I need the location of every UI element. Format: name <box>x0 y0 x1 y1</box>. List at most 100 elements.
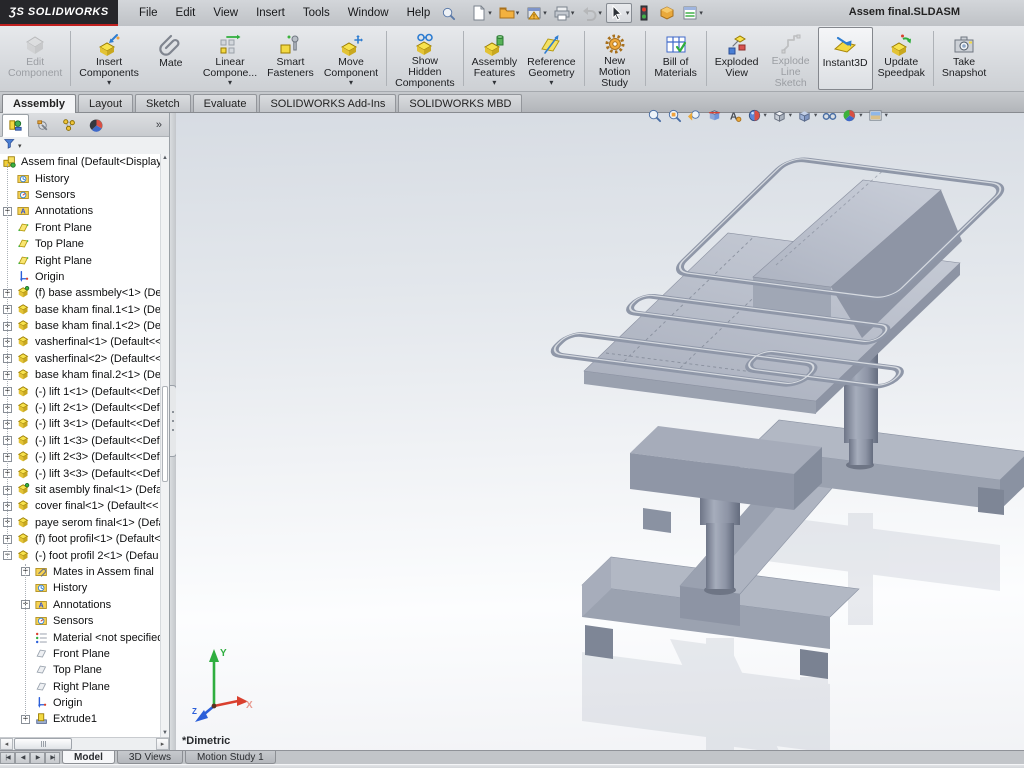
menu-insert[interactable]: Insert <box>247 3 294 23</box>
tab-3d-views[interactable]: 3D Views <box>117 751 183 764</box>
menu-view[interactable]: View <box>204 3 247 23</box>
tree-item[interactable]: −(-) foot profil 2<1> (Defau <box>0 547 169 563</box>
dropdown-caret-icon[interactable]: ▾ <box>571 9 575 17</box>
tab-evaluate[interactable]: Evaluate <box>193 94 258 112</box>
previous-view-button[interactable] <box>687 108 702 123</box>
tree-item[interactable]: +(-) lift 3<3> (Default<<Def <box>0 465 169 481</box>
tree-item[interactable]: +(f) base assmbely<1> (Def <box>0 285 169 301</box>
insert-components-button[interactable]: InsertComponents▾ <box>74 27 144 90</box>
menu-help[interactable]: Help <box>398 3 440 23</box>
dropdown-caret-icon[interactable]: ▾ <box>789 111 792 119</box>
instant3d-button[interactable]: Instant3D <box>818 27 873 90</box>
tree-item[interactable]: Sensors <box>0 187 169 203</box>
dropdown-caret-icon[interactable]: ▾ <box>516 9 520 17</box>
tree-item[interactable]: +base kham final.1<1> (Def <box>0 302 169 318</box>
dropdown-caret-icon[interactable]: ▾ <box>549 79 553 88</box>
property-manager-tab[interactable] <box>29 114 56 137</box>
feature-manager-tab[interactable] <box>2 114 29 137</box>
dropdown-caret-icon[interactable]: ▾ <box>626 9 630 17</box>
tree-item[interactable]: +(-) lift 2<1> (Default<<Def <box>0 400 169 416</box>
view-orientation-button[interactable]: ▾ <box>772 108 792 123</box>
tab-model[interactable]: Model <box>62 751 115 764</box>
tree-item[interactable]: +base kham final.2<1> (Def <box>0 367 169 383</box>
bill-of-materials-button[interactable]: Bill ofMaterials <box>649 27 703 90</box>
scroll-right-icon[interactable]: ▸ <box>156 738 169 750</box>
tree-item[interactable]: Origin <box>0 269 169 285</box>
tree-item[interactable]: +(-) lift 2<3> (Default<<Def <box>0 449 169 465</box>
nav-next-button[interactable]: ▶ <box>30 752 45 764</box>
new-motion-study-button[interactable]: NewMotionStudy <box>588 27 642 90</box>
menu-tools[interactable]: Tools <box>294 3 339 23</box>
scroll-up-icon[interactable]: ▲ <box>161 155 169 161</box>
dropdown-caret-icon[interactable]: ▾ <box>699 9 703 17</box>
exploded-view-button[interactable]: ExplodedView <box>710 27 764 90</box>
dropdown-caret-icon[interactable]: ▾ <box>349 79 353 88</box>
scroll-left-icon[interactable]: ◂ <box>0 738 13 750</box>
zoom-to-area-button[interactable] <box>667 108 682 123</box>
model-3d[interactable] <box>176 113 1024 750</box>
apply-scene-button[interactable]: ▾ <box>868 108 888 123</box>
dropdown-caret-icon[interactable]: ▾ <box>492 79 496 88</box>
new-document-button[interactable]: ▾ <box>468 3 495 23</box>
menu-file[interactable]: File <box>130 3 167 23</box>
file-properties-button[interactable] <box>656 3 678 23</box>
dropdown-caret-icon[interactable]: ▾ <box>859 111 862 119</box>
tab-solidworks-mbd[interactable]: SOLIDWORKS MBD <box>398 94 522 112</box>
update-speedpak-button[interactable]: UpdateSpeedpak <box>873 27 930 90</box>
appearances-tab[interactable] <box>83 114 110 137</box>
scroll-thumb[interactable] <box>14 738 72 750</box>
scroll-down-icon[interactable]: ▼ <box>161 730 169 736</box>
tree-horizontal-scrollbar[interactable]: ◂ ▸ <box>0 737 169 750</box>
tree-item[interactable]: +(f) foot profil<1> (Default< <box>0 531 169 547</box>
annotation-views-button[interactable]: A <box>727 108 742 123</box>
section-view-button[interactable] <box>707 108 722 123</box>
nav-first-button[interactable]: |◀ <box>0 752 15 764</box>
tree-item[interactable]: +vasherfinal<2> (Default<< <box>0 351 169 367</box>
tree-item[interactable]: +paye serom final<1> (Defa <box>0 515 169 531</box>
take-snapshot-button[interactable]: TakeSnapshot <box>937 27 991 90</box>
search-icon[interactable] <box>441 6 456 21</box>
tree-item[interactable]: Assem final (Default<Display <box>0 154 169 170</box>
assembly-features-button[interactable]: AssemblyFeatures▾ <box>467 27 523 90</box>
dropdown-caret-icon[interactable]: ▾ <box>107 79 111 88</box>
dropdown-caret-icon[interactable]: ▾ <box>228 79 232 88</box>
select-button[interactable]: ▾ <box>606 3 633 23</box>
show-hidden-components-button[interactable]: ShowHiddenComponents <box>390 27 460 90</box>
tree-item[interactable]: +(-) lift 1<3> (Default<<Def <box>0 433 169 449</box>
zoom-to-fit-button[interactable] <box>647 108 662 123</box>
save-button[interactable]: !▾ <box>523 3 550 23</box>
tab-motion-study-1[interactable]: Motion Study 1 <box>185 751 276 764</box>
dropdown-caret-icon[interactable]: ▾ <box>488 9 492 17</box>
reference-geometry-button[interactable]: ReferenceGeometry▾ <box>522 27 580 90</box>
tab-sketch[interactable]: Sketch <box>135 94 191 112</box>
tree-item[interactable]: History <box>0 170 169 186</box>
tree-item[interactable]: +cover final<1> (Default<< <box>0 498 169 514</box>
rebuild-traffic-light-button[interactable] <box>633 3 655 23</box>
tree-filter-row[interactable]: ▾ <box>0 137 169 155</box>
dropdown-caret-icon[interactable]: ▾ <box>885 111 888 119</box>
undo-button[interactable]: ▾ <box>578 3 605 23</box>
hide-show-items-button[interactable] <box>822 108 837 123</box>
tree-vertical-scrollbar[interactable]: ▲ ▼ <box>160 154 169 737</box>
tree-item[interactable]: +vasherfinal<1> (Default<< <box>0 334 169 350</box>
edit-appearance-button[interactable]: ▾ <box>747 108 767 123</box>
menu-edit[interactable]: Edit <box>167 3 205 23</box>
options-button[interactable]: ▾ <box>679 3 706 23</box>
open-button[interactable]: ▾ <box>496 3 523 23</box>
tree-item[interactable]: +base kham final.1<2> (Def <box>0 318 169 334</box>
tree-item[interactable]: +sit asembly final<1> (Defa <box>0 482 169 498</box>
mate-button[interactable]: Mate <box>144 27 198 90</box>
print-button[interactable]: ▾ <box>551 3 578 23</box>
tree-item[interactable]: Front Plane <box>0 220 169 236</box>
linear-component-pattern-button[interactable]: LinearCompone...▾ <box>198 27 262 90</box>
tree-item[interactable]: Right Plane <box>0 252 169 268</box>
tree-item[interactable]: Top Plane <box>0 236 169 252</box>
tab-assembly[interactable]: Assembly <box>2 94 76 113</box>
scroll-thumb[interactable] <box>162 386 168 482</box>
menu-window[interactable]: Window <box>339 3 398 23</box>
tab-layout[interactable]: Layout <box>78 94 133 112</box>
dropdown-caret-icon[interactable]: ▾ <box>814 111 817 119</box>
tree-item[interactable]: +(-) lift 1<1> (Default<<Def <box>0 383 169 399</box>
appearances-button[interactable]: ▾ <box>842 108 862 123</box>
tree-item[interactable]: +AAnnotations <box>0 203 169 219</box>
